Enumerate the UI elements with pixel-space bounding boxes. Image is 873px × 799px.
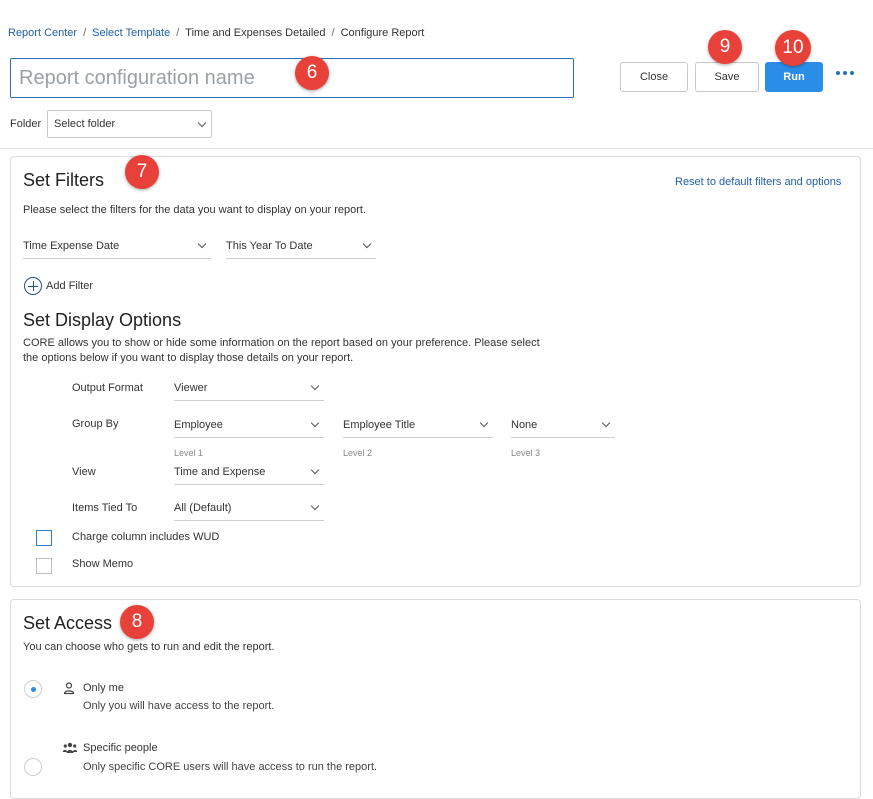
- display-description-line-1: CORE allows you to show or hide some inf…: [23, 337, 540, 349]
- display-description-line-2: the options below if you want to display…: [23, 352, 354, 364]
- chevron-down-icon: [601, 418, 611, 428]
- level-1-caption: Level 1: [174, 448, 204, 458]
- step-badge-10: 10: [775, 30, 811, 66]
- chevron-down-icon: [310, 418, 320, 428]
- level-2-caption: Level 2: [343, 448, 373, 458]
- items-tied-to-label: Items Tied To: [72, 502, 138, 514]
- folder-select[interactable]: Select folder: [47, 110, 212, 138]
- show-memo-label: Show Memo: [72, 558, 134, 570]
- group-by-level-3-dropdown[interactable]: None: [511, 412, 615, 438]
- filter-field-dropdown[interactable]: Time Expense Date: [23, 233, 211, 259]
- breadcrumb: Report Center / Select Template / Time and E…: [8, 27, 425, 39]
- view-dropdown[interactable]: Time and Expense: [174, 459, 324, 485]
- specific-people-label: Specific people: [83, 742, 158, 754]
- save-button[interactable]: Save: [695, 62, 759, 92]
- step-badge-6: 6: [295, 56, 329, 90]
- chevron-down-icon: [310, 465, 320, 475]
- breadcrumb-current: Configure Report: [340, 27, 425, 39]
- folder-label: Folder: [10, 118, 42, 130]
- group-by-label: Group By: [72, 418, 119, 430]
- chevron-down-icon: [197, 118, 207, 127]
- display-options-title: Set Display Options: [23, 310, 182, 330]
- more-options-icon[interactable]: [836, 66, 856, 80]
- add-filter-button[interactable]: Add Filter: [24, 277, 93, 295]
- set-filters-title: Set Filters: [23, 170, 105, 190]
- output-format-label: Output Format: [72, 382, 143, 394]
- only-me-radio[interactable]: [24, 680, 42, 698]
- breadcrumb-report-center[interactable]: Report Center: [8, 27, 77, 39]
- group-by-level-1-value: Employee: [174, 418, 223, 431]
- specific-people-description: Only specific CORE users will have acces…: [83, 761, 378, 773]
- filter-field-value: Time Expense Date: [23, 239, 120, 252]
- report-name-input[interactable]: [10, 58, 574, 98]
- filter-range-value: This Year To Date: [226, 239, 313, 252]
- charge-wud-label: Charge column includes WUD: [72, 531, 220, 543]
- group-by-level-3-value: None: [511, 418, 538, 431]
- group-by-level-1-dropdown[interactable]: Employee: [174, 412, 324, 438]
- chevron-down-icon: [197, 239, 207, 249]
- items-tied-to-value: All (Default): [174, 501, 232, 514]
- group-by-level-2-value: Employee Title: [343, 418, 416, 431]
- view-label: View: [72, 466, 96, 478]
- specific-people-radio[interactable]: [24, 758, 42, 776]
- chevron-down-icon: [310, 381, 320, 391]
- step-badge-8: 8: [120, 605, 154, 639]
- add-circle-icon: [24, 277, 42, 295]
- set-access-title: Set Access: [23, 613, 113, 633]
- chevron-down-icon: [310, 501, 320, 511]
- filters-card: [10, 156, 861, 587]
- show-memo-checkbox[interactable]: [36, 558, 52, 574]
- people-icon: [62, 741, 78, 755]
- filter-range-dropdown[interactable]: This Year To Date: [226, 233, 376, 259]
- output-format-value: Viewer: [174, 381, 208, 394]
- display-options-description: CORE allows you to show or hide some inf…: [23, 336, 540, 366]
- run-button[interactable]: Run: [765, 62, 823, 92]
- level-3-caption: Level 3: [511, 448, 541, 458]
- filters-description: Please select the filters for the data y…: [23, 204, 367, 216]
- group-by-level-2-dropdown[interactable]: Employee Title: [343, 412, 493, 438]
- reset-filters-link[interactable]: Reset to default filters and options: [675, 176, 841, 188]
- breadcrumb-template-name[interactable]: Time and Expenses Detailed: [185, 27, 325, 39]
- breadcrumb-select-template[interactable]: Select Template: [92, 27, 170, 39]
- only-me-label: Only me: [83, 682, 124, 694]
- access-description: You can choose who gets to run and edit …: [23, 641, 275, 653]
- chevron-down-icon: [479, 418, 489, 428]
- view-value: Time and Expense: [174, 465, 266, 478]
- only-me-description: Only you will have access to the report.: [83, 700, 275, 712]
- folder-select-value: Select folder: [54, 118, 116, 130]
- close-button[interactable]: Close: [620, 62, 688, 92]
- charge-wud-checkbox[interactable]: [36, 530, 52, 546]
- step-badge-7: 7: [125, 155, 159, 189]
- step-badge-9: 9: [708, 30, 742, 64]
- add-filter-label: Add Filter: [46, 280, 94, 292]
- chevron-down-icon: [362, 239, 372, 249]
- person-icon: [62, 681, 76, 695]
- divider: [0, 148, 873, 149]
- output-format-dropdown[interactable]: Viewer: [174, 375, 324, 401]
- items-tied-to-dropdown[interactable]: All (Default): [174, 495, 324, 521]
